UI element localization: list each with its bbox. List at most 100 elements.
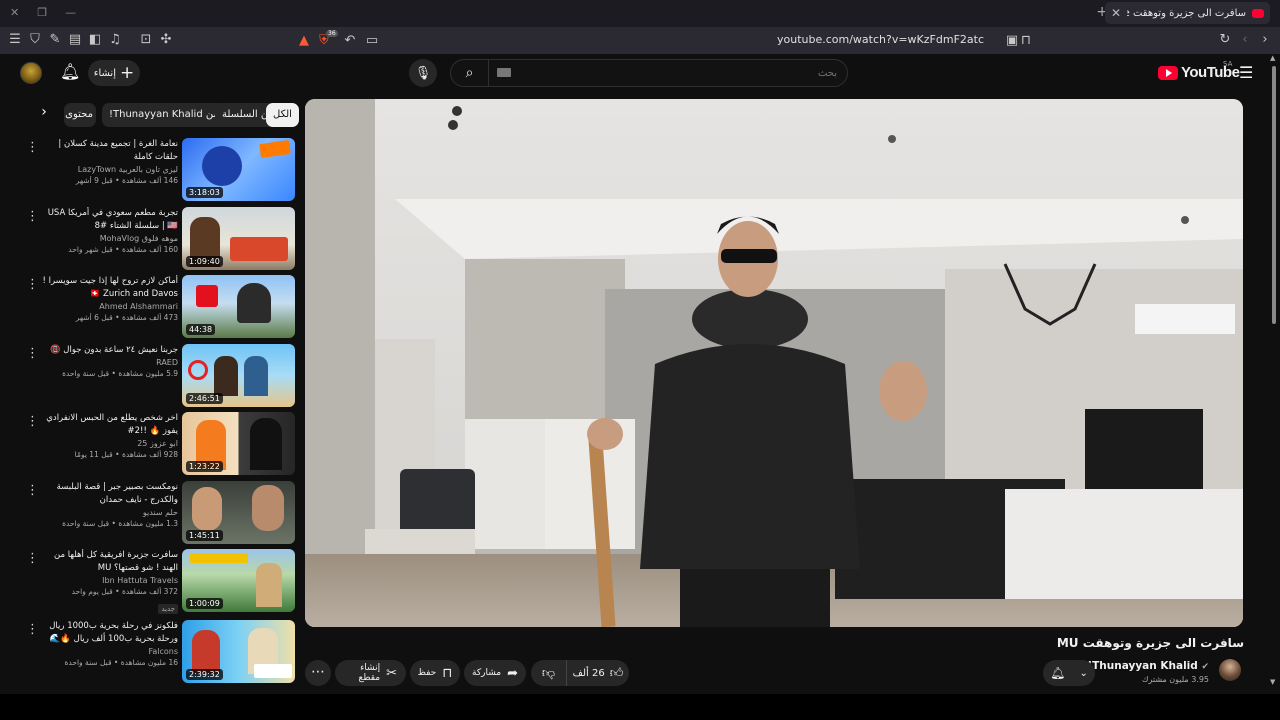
scroll-thumb[interactable] (1272, 66, 1276, 324)
video-thumbnail[interactable]: 1:45:11 (182, 481, 295, 544)
more-vert-icon[interactable]: ⋮ (26, 483, 39, 498)
thumb-caption (190, 553, 248, 563)
more-vert-icon[interactable]: ⋮ (26, 277, 39, 292)
address-bar[interactable]: ▲ ⛨ 36 ↶ ▭ youtube.com/watch?v=wKzFdmF2a… (290, 30, 1040, 51)
more-vert-icon[interactable]: ⋮ (26, 622, 39, 637)
more-vert-icon[interactable]: ⋮ (26, 346, 39, 361)
like-count: 26 ألف (572, 667, 605, 679)
browser-tab-active[interactable]: سافرت الى جزيرة وتوهقت YouTube ✕ (1105, 2, 1270, 24)
channel-name[interactable]: Ibn Hattuta Travels (40, 576, 178, 585)
brave-rewards-icon[interactable]: ▲ (296, 33, 312, 48)
channel-name[interactable]: ليزي تاون بالعربية LazyTown (40, 165, 178, 174)
video-duration: 1:09:40 (186, 256, 223, 267)
video-thumbnail[interactable]: 1:09:40 (182, 207, 295, 270)
thumb-figure (250, 418, 282, 470)
more-actions-button[interactable]: ⋯ (305, 660, 331, 686)
chip-content[interactable]: محتوى (64, 103, 96, 127)
video-title[interactable]: سافرت جزيرة افريقية كل أهلها من الهند ! … (40, 549, 178, 575)
video-thumbnail[interactable]: 2:46:51 (182, 344, 295, 407)
maximize-window-icon[interactable]: ❐ (37, 6, 47, 19)
related-video-item[interactable]: ⋮ تجربة مطعم سعودي في أمريكا USA🇺🇸 | سلس… (22, 207, 298, 271)
like-button[interactable]: 👍︎ 26 ألف (567, 660, 629, 686)
youtube-favicon-icon (1252, 8, 1264, 18)
video-title[interactable]: فلكونز في رحلة بحرية ب1000 ريال ورحلة بح… (40, 620, 178, 646)
channel-avatar[interactable] (1219, 659, 1241, 681)
video-thumbnail[interactable]: 1:23:22 (182, 412, 295, 475)
reader-icon[interactable]: ▤ (67, 32, 83, 47)
voice-search-button[interactable]: 🎙︎ (409, 59, 437, 87)
related-video-item[interactable]: ⋮ فلكونز في رحلة بحرية ب1000 ريال ورحلة … (22, 620, 298, 684)
search-input[interactable] (507, 65, 837, 81)
video-title[interactable]: جربنا نعيش ٢٤ ساعة بدون جوال 📵 (40, 344, 178, 357)
related-video-item[interactable]: ⋮ اخر شخص يطلع من الحبس الانفرادي يفوز 🔥… (22, 412, 298, 476)
close-window-icon[interactable]: ✕ (10, 6, 19, 19)
video-thumbnail[interactable]: 3:18:03 (182, 138, 295, 201)
channel-name[interactable]: Falcons (40, 647, 178, 656)
thumb-caption (254, 664, 292, 678)
channel-name[interactable]: Ahmed Alshammari (40, 302, 178, 311)
bookmark-icon: ⊓ (442, 665, 453, 681)
forward-icon[interactable]: › (1257, 32, 1273, 47)
share-page-icon[interactable]: ↶ (342, 33, 358, 48)
video-player[interactable] (305, 99, 1243, 627)
page-scrollbar[interactable]: ▲ ▼ (1268, 54, 1280, 694)
taskbar-area (0, 694, 1280, 720)
video-thumbnail[interactable]: 1:00:09 (182, 549, 295, 612)
cast-icon[interactable]: ▭ (364, 33, 380, 48)
save-button[interactable]: ⊓ حفظ (410, 660, 460, 686)
channel-name[interactable]: ✔ Thunayyan Khalid! (1087, 660, 1209, 672)
related-video-item[interactable]: ⋮ أماكن لازم تروح لها إذا جيت سويسرا ! 🇨… (22, 275, 298, 339)
channel-name[interactable]: موهه فلوق MohaVlog (40, 234, 178, 243)
video-thumbnail[interactable]: 2:39:32 (182, 620, 295, 683)
chevron-right-icon[interactable]: › (34, 104, 54, 126)
video-meta: سافرت جزيرة افريقية كل أهلها من الهند ! … (40, 549, 178, 615)
scroll-up-icon[interactable]: ▲ (1270, 54, 1275, 62)
more-vert-icon[interactable]: ⋮ (26, 140, 39, 155)
related-video-item[interactable]: ⋮ نومكست بصبير جبر | قصة البلبسة والكدرج… (22, 481, 298, 545)
thumb-figure (256, 563, 282, 607)
minimize-window-icon[interactable]: — (65, 6, 76, 19)
shield-icon[interactable]: ⛉ (27, 32, 43, 47)
guide-menu-icon[interactable]: ☰ (1239, 63, 1253, 82)
video-title[interactable]: أماكن لازم تروح لها إذا جيت سويسرا ! 🇨🇭 … (40, 275, 179, 301)
reload-icon[interactable]: ↻ (1217, 32, 1233, 47)
video-title[interactable]: نومكست بصبير جبر | قصة البلبسة والكدرج -… (40, 481, 178, 507)
right-hand (879, 361, 927, 421)
tab-close-icon[interactable]: ✕ (1111, 6, 1121, 20)
video-title[interactable]: نعامة الغرة | تجميع مدينة كسلان | حلقات … (40, 138, 178, 164)
channel-name[interactable]: حلم سنديو (40, 508, 178, 517)
video-thumbnail[interactable]: 44:38 (182, 275, 295, 338)
youtube-logo[interactable]: YouTube SA (1158, 60, 1240, 81)
related-video-item[interactable]: ⋮ جربنا نعيش ٢٤ ساعة بدون جوال 📵 RAED 5.… (22, 344, 298, 408)
more-vert-icon[interactable]: ⋮ (26, 414, 39, 429)
create-button[interactable]: + إنشاء (88, 60, 140, 86)
puzzle-icon[interactable]: ✣ (158, 32, 174, 47)
scroll-down-icon[interactable]: ▼ (1270, 678, 1275, 686)
more-vert-icon[interactable]: ⋮ (26, 209, 39, 224)
back-icon[interactable]: ‹ (1237, 32, 1253, 47)
channel-name[interactable]: ابو عزوز 25 (40, 439, 178, 448)
bookmark-icon[interactable]: ⊓ (1018, 33, 1034, 48)
music-icon[interactable]: ♫ (107, 32, 123, 47)
account-avatar[interactable] (20, 62, 42, 84)
video-title[interactable]: اخر شخص يطلع من الحبس الانفرادي يفوز 🔥 !… (40, 412, 178, 438)
chip-from-channel[interactable]: من Thunayyan Khalid! (102, 103, 226, 127)
related-video-item[interactable]: ⋮ نعامة الغرة | تجميع مدينة كسلان | حلقا… (22, 138, 298, 202)
dislike-button[interactable]: 👎︎ (531, 660, 567, 686)
channel-name[interactable]: RAED (40, 358, 178, 367)
related-video-item[interactable]: ⋮ سافرت جزيرة افريقية كل أهلها من الهند … (22, 549, 298, 615)
search-button[interactable]: ⌕ (451, 60, 489, 86)
search-icon: ⌕ (465, 65, 474, 81)
menu-icon[interactable]: ☰ (7, 32, 23, 47)
subscribed-button[interactable]: 🔔︎ ⌄ (1043, 660, 1095, 686)
share-button[interactable]: ➦ مشاركة (464, 660, 526, 686)
extensions-icon[interactable]: ✎ (47, 32, 63, 47)
screenshot-icon[interactable]: ⊡ (138, 32, 154, 47)
sidebar-icon[interactable]: ◧ (87, 32, 103, 47)
video-title[interactable]: تجربة مطعم سعودي في أمريكا USA🇺🇸 | سلسلة… (40, 207, 178, 233)
video-duration: 3:18:03 (186, 187, 223, 198)
clip-button[interactable]: ✂ إنشاء مقطع (335, 660, 406, 686)
more-vert-icon[interactable]: ⋮ (26, 551, 39, 566)
notifications-bell-icon[interactable]: 🔔︎ (60, 62, 80, 81)
chip-all[interactable]: الكل (266, 103, 299, 127)
